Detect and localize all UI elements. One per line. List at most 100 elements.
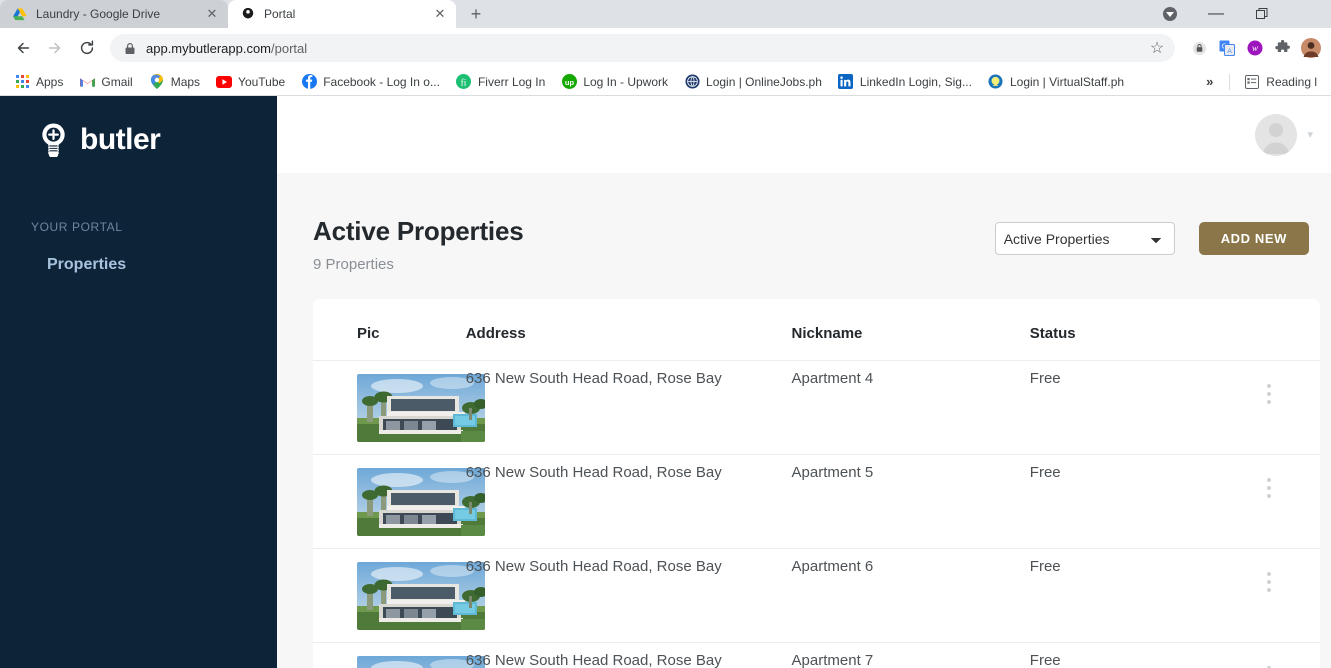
property-filter-select[interactable]: Active Properties Inactive Properties Al… [994,222,1175,255]
chevron-down-icon[interactable]: ▾ [1307,128,1313,141]
bookmarks-overflow-group: » Reading l [1196,71,1325,93]
reading-list-icon [1244,74,1260,90]
url-text: app.mybutlerapp.com/portal [146,41,1143,56]
brand-logo[interactable]: butler [0,96,277,159]
row-menu-icon[interactable] [1218,468,1320,498]
svg-text:up: up [565,78,575,87]
row-menu-icon[interactable] [1218,374,1320,404]
property-pic-cell [313,454,485,549]
tab-strip: Laundry - Google Drive ✕ Portal ✕ + — [0,0,1331,28]
table-row[interactable]: 636 New South Head Road, Rose Bay Apartm… [313,642,1320,668]
bookmark-maps[interactable]: Maps [141,71,208,93]
page-title: Active Properties [313,216,524,246]
bookmark-star-icon[interactable]: ☆ [1143,34,1171,62]
back-icon[interactable] [8,33,38,63]
address-bar[interactable]: app.mybutlerapp.com/portal ☆ [110,34,1175,62]
row-menu-icon[interactable] [1218,562,1320,592]
fiverr-icon: fi [456,74,472,90]
facebook-icon [301,74,317,90]
table-header-row: Pic Address Nickname Status [313,299,1320,361]
app-topbar: ▾ [277,96,1331,173]
page-header-left: Active Properties 9 Properties [313,216,995,273]
bookmark-onlinejobs[interactable]: Login | OnlineJobs.ph [676,71,830,93]
reading-list-label: Reading l [1266,74,1317,89]
butler-favicon [240,6,256,22]
property-count: 9 Properties [313,256,394,273]
property-status: Free [1029,454,1219,549]
property-address: 636 New South Head Road, Rose Bay [465,360,792,455]
property-nickname: Apartment 5 [791,454,1030,549]
extension-icons: GA w [1183,36,1323,60]
puzzle-extensions-icon[interactable] [1271,36,1295,60]
row-actions-cell [1218,642,1320,668]
sidebar-nav: YOUR PORTAL Properties [0,220,277,274]
app-sidebar: butler YOUR PORTAL Properties [0,96,277,668]
wiza-icon[interactable]: w [1243,36,1267,60]
profile-avatar-icon[interactable] [1299,36,1323,60]
sidebar-item-properties[interactable]: Properties [0,234,277,274]
tab-title: Portal [264,7,296,21]
linkedin-icon [838,74,854,90]
onlinejobs-icon [684,74,700,90]
url-path: /portal [271,40,308,56]
bookmarks-overflow-button[interactable]: » [1196,71,1223,92]
divider [1229,73,1231,90]
page-header-actions: Active Properties Inactive Properties Al… [994,216,1320,255]
property-status: Free [1029,642,1219,668]
bookmark-apps[interactable]: Apps [6,71,71,93]
download-icon[interactable] [1147,0,1193,28]
maximize-restore-button[interactable] [1239,0,1285,28]
bookmark-upwork[interactable]: up Log In - Upwork [553,71,676,93]
close-window-button[interactable] [1285,0,1331,28]
bookmark-facebook[interactable]: Facebook - Log In o... [293,71,448,93]
lastpass-icon[interactable] [1187,36,1211,60]
browser-window: Laundry - Google Drive ✕ Portal ✕ + — ap… [0,0,1331,668]
bookmark-label: Facebook - Log In o... [323,74,440,89]
google-translate-icon[interactable]: GA [1215,36,1239,60]
upwork-icon: up [561,74,577,90]
property-address: 636 New South Head Road, Rose Bay [465,548,792,643]
bookmark-gmail[interactable]: Gmail [71,71,140,93]
avatar[interactable] [1255,113,1298,156]
property-status: Free [1029,548,1219,643]
column-header-pic: Pic [357,325,380,342]
table-row[interactable]: 636 New South Head Road, Rose Bay Apartm… [313,360,1320,455]
bookmark-label: Fiverr Log In [477,74,546,89]
bookmark-label: Maps [170,74,201,89]
column-header-status: Status [1029,325,1076,342]
close-icon[interactable]: ✕ [204,6,220,22]
new-tab-button[interactable]: + [462,0,490,28]
table-row[interactable]: 636 New South Head Road, Rose Bay Apartm… [313,548,1320,643]
youtube-icon [216,74,233,90]
bookmark-label: Apps [36,74,64,89]
property-nickname: Apartment 4 [791,360,1030,455]
butler-screw-logo [36,122,71,159]
bookmark-label: LinkedIn Login, Sig... [859,74,972,89]
bookmark-youtube[interactable]: YouTube [208,71,293,93]
bookmark-fiverr[interactable]: fi Fiverr Log In [448,71,553,93]
bookmark-label: Login | VirtualStaff.ph [1009,74,1125,89]
reading-list-button[interactable]: Reading l [1236,71,1325,93]
close-icon[interactable]: ✕ [432,6,448,22]
browser-tab-laundry-google-drive[interactable]: Laundry - Google Drive ✕ [0,0,228,28]
forward-icon[interactable] [40,33,70,63]
bookmark-virtualstaff[interactable]: Login | VirtualStaff.ph [980,71,1132,93]
page-viewport: butler YOUR PORTAL Properties ▾ Active P… [0,96,1331,668]
property-status: Free [1029,360,1219,455]
maps-pin-icon [149,74,165,90]
properties-table: Pic Address Nickname Status 636 New Sout… [313,299,1320,668]
google-drive-icon [12,6,28,22]
row-menu-icon[interactable] [1218,656,1320,668]
browser-tab-portal[interactable]: Portal ✕ [228,0,456,28]
main-content: ▾ Active Properties 9 Properties Active … [277,96,1331,668]
row-actions-cell [1218,454,1320,549]
table-row[interactable]: 636 New South Head Road, Rose Bay Apartm… [313,454,1320,549]
row-actions-cell [1218,548,1320,643]
window-controls: — [1147,0,1331,28]
virtualstaff-icon [988,74,1004,90]
minimize-button[interactable]: — [1193,0,1239,28]
add-new-button[interactable]: ADD NEW [1198,222,1309,255]
svg-text:w: w [1252,43,1258,53]
bookmark-linkedin[interactable]: LinkedIn Login, Sig... [830,71,980,93]
reload-icon[interactable] [72,33,102,63]
